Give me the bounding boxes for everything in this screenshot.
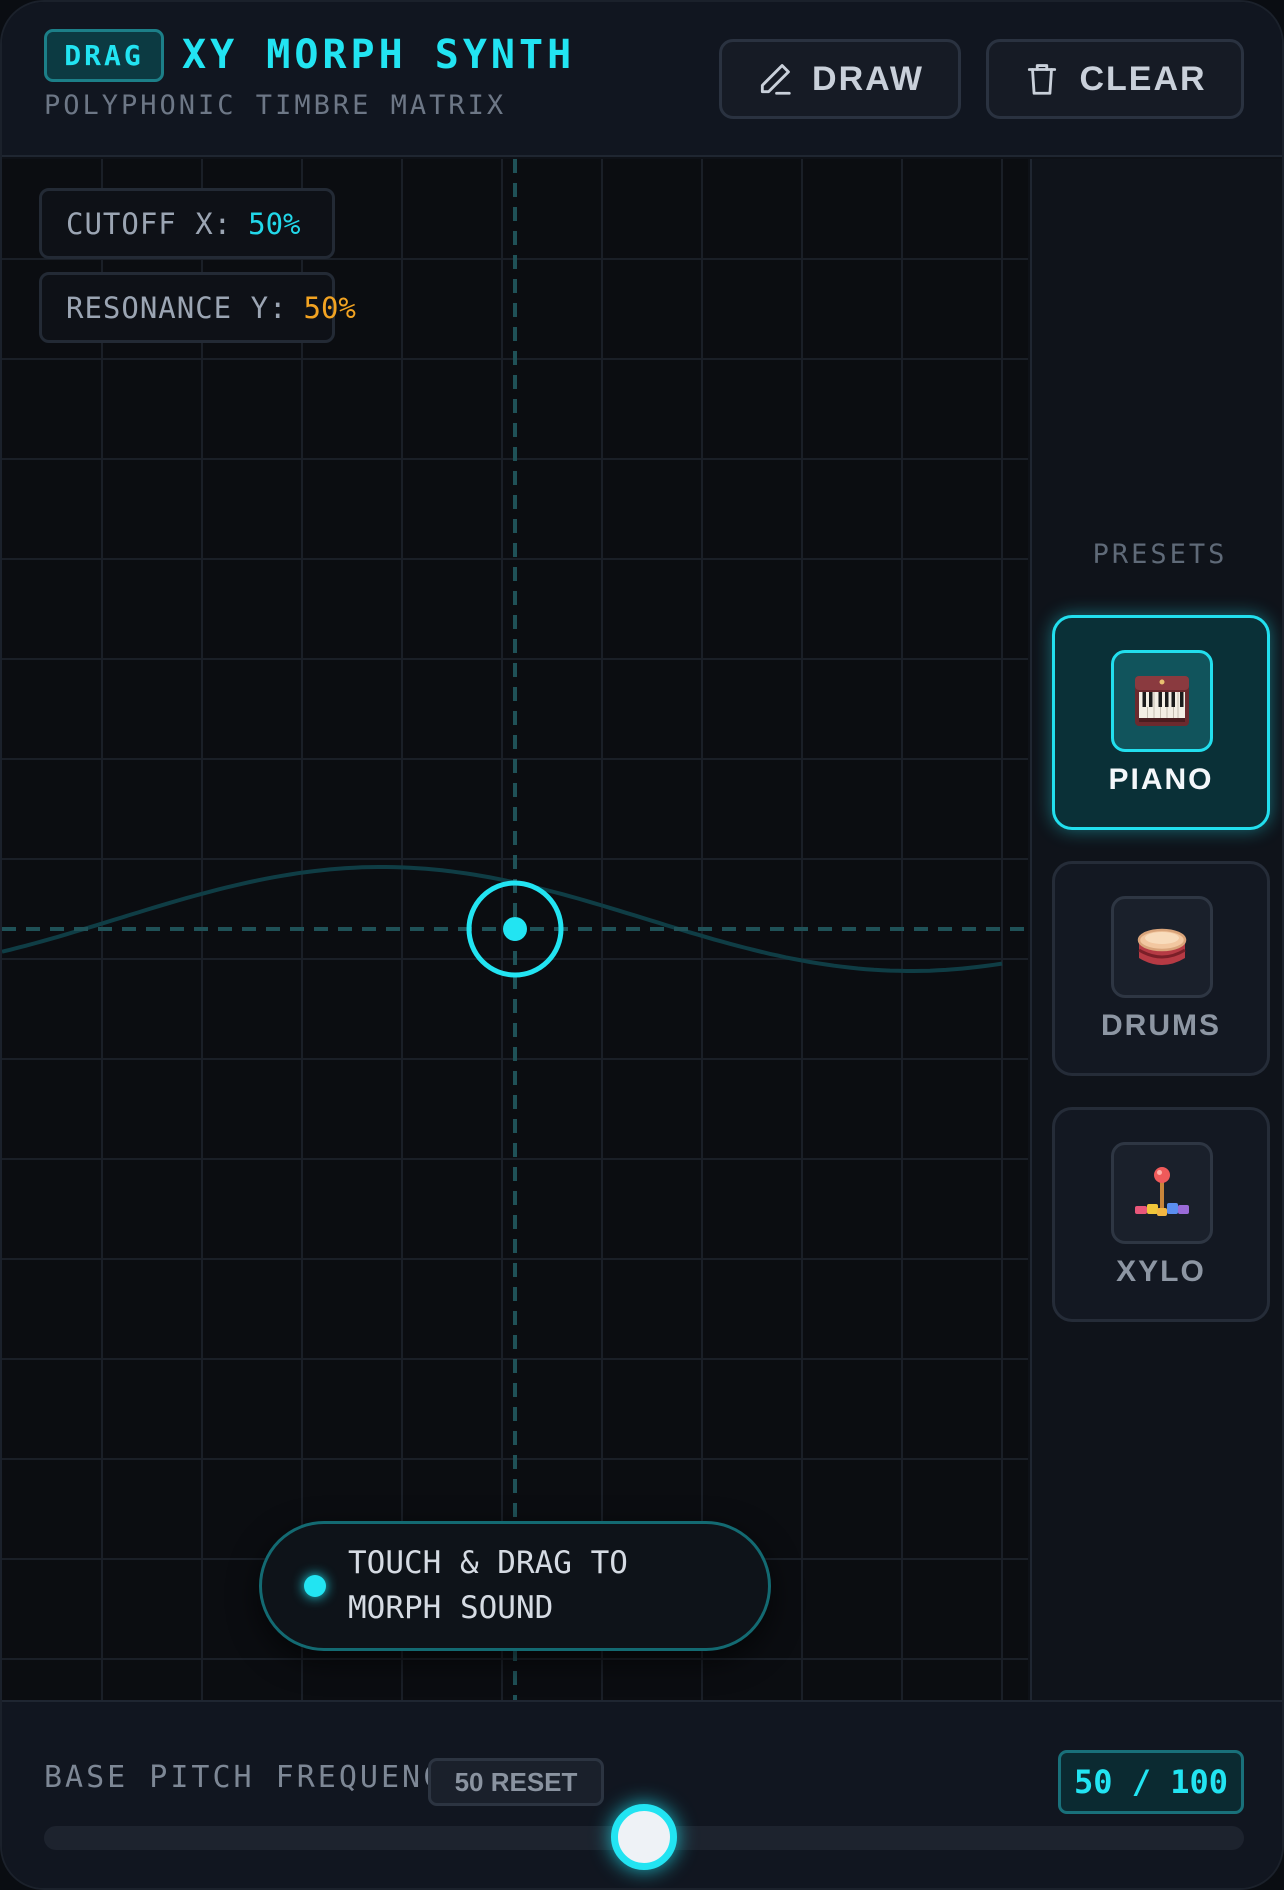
piano-icon [1135, 676, 1189, 726]
clear-button-label: CLEAR [1079, 59, 1207, 98]
app-subtitle: POLYPHONIC TIMBRE MATRIX [44, 90, 507, 121]
xy-pad[interactable]: CUTOFF X: 50% RESONANCE Y: 50% TOUCH & D… [2, 159, 1028, 1700]
hint-text: TOUCH & DRAG TO MORPH SOUND [348, 1545, 628, 1626]
footer: BASE PITCH FREQUENCY 50 RESET 50 / 100 [2, 1700, 1282, 1888]
draw-button[interactable]: DRAW [719, 39, 961, 119]
cutoff-value: 50% [248, 206, 301, 241]
preset-piano-icon-box [1111, 650, 1213, 752]
preset-piano[interactable]: PIANO [1052, 615, 1270, 830]
preset-xylo[interactable]: XYLO [1052, 1107, 1270, 1322]
pitch-slider-thumb[interactable] [611, 1804, 677, 1870]
preset-xylo-label: XYLO [1116, 1255, 1206, 1288]
cutoff-readout: CUTOFF X: 50% [39, 188, 335, 259]
drum-icon [1137, 928, 1187, 965]
resonance-value: 50% [303, 290, 356, 325]
reset-button[interactable]: 50 RESET [428, 1758, 604, 1806]
preset-drums-label: DRUMS [1101, 1009, 1221, 1042]
clear-button[interactable]: CLEAR [986, 39, 1244, 119]
header: DRAG XY MORPH SYNTH POLYPHONIC TIMBRE MA… [2, 2, 1282, 157]
preset-piano-label: PIANO [1108, 763, 1214, 796]
mode-badge[interactable]: DRAG [44, 29, 164, 82]
pitch-readout: 50 / 100 [1058, 1750, 1244, 1814]
preset-drums-icon-box [1111, 896, 1213, 998]
resonance-label: RESONANCE Y: [66, 290, 288, 325]
resonance-readout: RESONANCE Y: 50% [39, 272, 356, 343]
synth-app: DRAG XY MORPH SYNTH POLYPHONIC TIMBRE MA… [0, 0, 1284, 1890]
pitch-label: BASE PITCH FREQUENCY [44, 1760, 466, 1795]
presets-title: PRESETS [1092, 539, 1228, 570]
hint-dot-icon [304, 1575, 326, 1597]
preset-drums[interactable]: DRUMS [1052, 861, 1270, 1076]
draw-button-label: DRAW [812, 59, 924, 98]
app-title: XY MORPH SYNTH [182, 32, 576, 78]
pencil-icon [760, 64, 791, 95]
preset-xylo-icon-box [1111, 1142, 1213, 1244]
xylophone-icon [1135, 1167, 1189, 1216]
xy-cursor-dot[interactable] [503, 917, 527, 941]
hint-pill: TOUCH & DRAG TO MORPH SOUND [259, 1521, 771, 1651]
pad-grid [2, 159, 1028, 1700]
trash-icon [1028, 64, 1057, 95]
presets-panel: PRESETS PIANO DRUMS XYLO [1030, 159, 1282, 1700]
cutoff-label: CUTOFF X: [66, 206, 233, 241]
